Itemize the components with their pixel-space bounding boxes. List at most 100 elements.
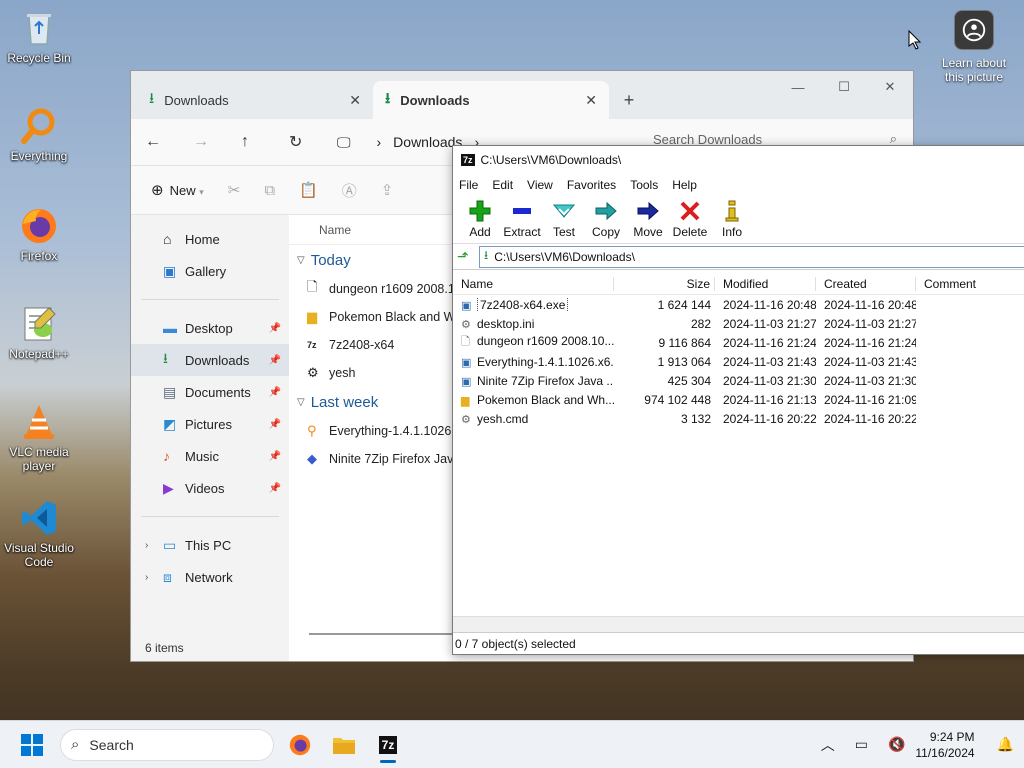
explorer-tab[interactable]: ⭳ Downloads ✕ bbox=[137, 81, 373, 119]
file-created: 2024-11-03 21:27 bbox=[824, 316, 916, 331]
sidebar-item-music[interactable]: ♪ Music 📌 bbox=[131, 440, 289, 472]
everything-icon: ⚲ bbox=[307, 423, 317, 438]
table-row[interactable]: ▣ Everything-1.4.1.1026.x6... 1 913 064 2… bbox=[453, 352, 1024, 371]
close-tab-icon[interactable]: ✕ bbox=[585, 92, 597, 109]
paste-icon[interactable]: 📋 bbox=[299, 181, 318, 199]
new-tab-button[interactable]: + bbox=[609, 81, 649, 119]
sevenzip-title-bar[interactable]: 7z C:\Users\VM6\Downloads\ bbox=[453, 146, 1024, 174]
desktop-icon-vscode[interactable]: Visual Studio Code bbox=[0, 498, 78, 569]
folder-up-icon[interactable]: ⬏ bbox=[457, 248, 479, 265]
pin-icon[interactable]: 📌 bbox=[269, 387, 281, 398]
sidebar-item-documents[interactable]: ▤ Documents 📌 bbox=[131, 376, 289, 408]
taskbar-file-explorer[interactable] bbox=[322, 725, 366, 765]
volume-muted-icon[interactable]: 🔇 bbox=[888, 736, 905, 753]
pin-icon[interactable]: 📌 bbox=[269, 451, 281, 462]
sidebar-item-videos[interactable]: ▶ Videos 📌 bbox=[131, 472, 289, 504]
desktop-icon-vlc[interactable]: VLC media player bbox=[0, 402, 78, 473]
sidebar-item-pictures[interactable]: ◩ Pictures 📌 bbox=[131, 408, 289, 440]
desktop-icon-recycle-bin[interactable]: Recycle Bin bbox=[0, 8, 78, 65]
menu-view[interactable]: View bbox=[527, 178, 553, 192]
download-icon: ⭳ bbox=[484, 248, 489, 262]
info-button[interactable]: Info bbox=[711, 199, 753, 239]
sidebar-item-downloads[interactable]: ⭳ Downloads 📌 bbox=[131, 344, 289, 376]
chevron-down-icon: ▾ bbox=[199, 187, 204, 197]
new-button[interactable]: ⊕ New ▾ bbox=[151, 181, 204, 199]
refresh-icon[interactable]: ↻ bbox=[289, 132, 337, 152]
taskbar: ⌕ Search 7z ︿ ▭ 🔇 9:24 PM 11/16/2024 🔔 bbox=[0, 720, 1024, 768]
selection-status: 0 / 7 object(s) selected bbox=[453, 632, 1024, 654]
table-row[interactable]: ▆ Pokemon Black and Wh... 974 102 448 202… bbox=[453, 390, 1024, 409]
close-icon[interactable]: ✕ bbox=[867, 71, 913, 103]
menu-help[interactable]: Help bbox=[672, 178, 697, 192]
horizontal-scrollbar[interactable] bbox=[309, 633, 459, 635]
pin-icon[interactable]: 📌 bbox=[269, 483, 281, 494]
chevron-right-icon[interactable]: › bbox=[145, 540, 148, 551]
vlc-icon bbox=[19, 402, 59, 442]
minimize-icon[interactable]: — bbox=[775, 71, 821, 103]
taskbar-search[interactable]: ⌕ Search bbox=[60, 728, 274, 761]
notification-bell-icon[interactable]: 🔔 bbox=[997, 736, 1014, 753]
group-label: Last week bbox=[310, 393, 379, 411]
sidebar-item-label: Gallery bbox=[185, 263, 227, 279]
rename-icon[interactable]: Ⓐ bbox=[342, 180, 357, 201]
mouse-cursor-icon bbox=[908, 29, 922, 53]
group-label: Today bbox=[310, 251, 351, 269]
horizontal-scrollbar[interactable] bbox=[453, 616, 1024, 632]
forward-arrow-icon[interactable]: → bbox=[193, 133, 241, 151]
network-icon[interactable]: ▭ bbox=[855, 736, 868, 753]
table-row[interactable]: ▣ Ninite 7Zip Firefox Java ... 425 304 20… bbox=[453, 371, 1024, 390]
pin-icon[interactable]: 📌 bbox=[269, 419, 281, 430]
learn-about-picture[interactable]: Learn about this picture bbox=[934, 10, 1014, 84]
sidebar-item-gallery[interactable]: ▣ Gallery bbox=[131, 255, 289, 287]
windows-logo-icon bbox=[21, 733, 43, 756]
sidebar-item-this-pc[interactable]: › ▭ This PC bbox=[131, 529, 289, 561]
sidebar-item-network[interactable]: › ⧈ Network bbox=[131, 561, 289, 593]
start-button[interactable] bbox=[12, 725, 52, 765]
sidebar-item-desktop[interactable]: ▬ Desktop 📌 bbox=[131, 312, 289, 344]
column-header-created[interactable]: Created bbox=[816, 276, 916, 291]
table-row[interactable]: ⚙ yesh.cmd 3 132 2024-11-16 20:22 2024-11… bbox=[453, 409, 1024, 428]
column-header-modified[interactable]: Modified bbox=[715, 276, 816, 291]
search-icon: ⌕ bbox=[71, 736, 80, 753]
sevenzip-path-input[interactable]: ⭳ C:\Users\VM6\Downloads\ bbox=[479, 245, 1024, 268]
sidebar-item-home[interactable]: ⌂ Home bbox=[131, 223, 289, 255]
copy-icon[interactable]: ⧉ bbox=[264, 182, 275, 199]
clock[interactable]: 9:24 PM 11/16/2024 bbox=[915, 729, 974, 761]
chevron-right-icon[interactable]: › bbox=[145, 572, 148, 583]
desktop-icon-label: Recycle Bin bbox=[7, 51, 71, 65]
pin-icon[interactable]: 📌 bbox=[269, 323, 281, 334]
file-size: 9 116 864 bbox=[658, 335, 712, 350]
explorer-tab-active[interactable]: ⭳ Downloads ✕ bbox=[373, 81, 609, 119]
menu-favorites[interactable]: Favorites bbox=[567, 178, 616, 192]
taskbar-firefox[interactable] bbox=[278, 725, 322, 765]
menu-tools[interactable]: Tools bbox=[630, 178, 658, 192]
move-button[interactable]: Move bbox=[627, 199, 669, 239]
pin-icon[interactable]: 📌 bbox=[269, 355, 281, 366]
desktop-icon-everything[interactable]: Everything bbox=[0, 106, 78, 163]
table-row[interactable]: ▣ 7z2408-x64.exe 1 624 144 2024-11-16 20:… bbox=[453, 295, 1024, 314]
close-tab-icon[interactable]: ✕ bbox=[349, 92, 361, 109]
up-arrow-icon[interactable]: ↑ bbox=[241, 133, 289, 151]
back-arrow-icon[interactable]: ← bbox=[145, 133, 193, 151]
delete-button[interactable]: Delete bbox=[669, 199, 711, 239]
share-icon[interactable]: ⇪ bbox=[381, 181, 394, 199]
taskbar-7zip[interactable]: 7z bbox=[366, 725, 410, 765]
table-row[interactable]: ⚙ desktop.ini 282 2024-11-03 21:27 2024-1… bbox=[453, 314, 1024, 333]
file-name: desktop.ini bbox=[477, 316, 535, 331]
menu-edit[interactable]: Edit bbox=[492, 178, 513, 192]
column-header-comment[interactable]: Comment bbox=[916, 277, 1016, 291]
column-header-name[interactable]: Name bbox=[453, 276, 614, 291]
test-button[interactable]: Test bbox=[543, 199, 585, 239]
copy-button[interactable]: Copy bbox=[585, 199, 627, 239]
desktop-icon-notepadpp[interactable]: Notepad++ bbox=[0, 304, 78, 361]
desktop-icon-label: Everything bbox=[10, 149, 68, 163]
extract-button[interactable]: Extract bbox=[501, 199, 543, 239]
table-row[interactable]: 🗋 dungeon r1609 2008.10.... 9 116 864 202… bbox=[453, 333, 1024, 352]
cut-icon[interactable]: ✂ bbox=[228, 181, 241, 199]
add-button[interactable]: Add bbox=[459, 199, 501, 239]
desktop-icon-firefox[interactable]: Firefox bbox=[0, 206, 78, 263]
column-header-size[interactable]: Size bbox=[614, 276, 715, 291]
maximize-icon[interactable]: ☐ bbox=[821, 71, 867, 103]
menu-file[interactable]: File bbox=[459, 178, 478, 192]
chevron-up-icon[interactable]: ︿ bbox=[821, 735, 835, 755]
